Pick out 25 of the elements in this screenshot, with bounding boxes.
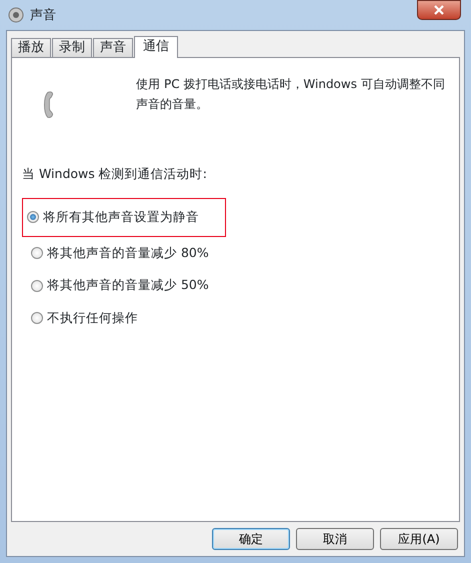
prompt-text: 当 Windows 检测到通信活动时:	[22, 165, 208, 183]
close-icon	[434, 5, 444, 15]
close-button[interactable]	[417, 0, 461, 20]
radio-option[interactable]: 将其他声音的音量减少 80%	[26, 236, 214, 270]
radio-button[interactable]	[31, 246, 43, 259]
tab[interactable]: 通信	[134, 36, 178, 58]
option-label: 将其他声音的音量减少 80%	[47, 244, 209, 262]
option-label: 将其他声音的音量减少 50%	[47, 276, 209, 294]
dialog-button[interactable]: 应用(A)	[380, 528, 458, 550]
radio-button[interactable]	[31, 312, 43, 324]
tab[interactable]: 录制	[52, 38, 92, 57]
radio-option[interactable]: 将其他声音的音量减少 50%	[26, 269, 214, 302]
option-label: 不执行任何操作	[47, 309, 138, 327]
dialog-button[interactable]: 取消	[296, 528, 374, 550]
radio-option[interactable]: 不执行任何操作	[26, 302, 143, 335]
radio-button[interactable]	[27, 211, 39, 224]
tab[interactable]: 声音	[93, 38, 133, 57]
radio-button[interactable]	[31, 280, 43, 292]
radio-option[interactable]: 将所有其他声音设置为静音	[22, 198, 226, 236]
speaker-icon	[8, 7, 24, 23]
option-label: 将所有其他声音设置为静音	[43, 208, 199, 226]
window-title: 声音	[30, 7, 56, 25]
description-text: 使用 PC 拨打电话或接电话时，Windows 可自动调整不同声音的音量。	[136, 76, 446, 113]
tab[interactable]: 播放	[11, 38, 51, 57]
dialog-button[interactable]: 确定	[212, 528, 290, 550]
